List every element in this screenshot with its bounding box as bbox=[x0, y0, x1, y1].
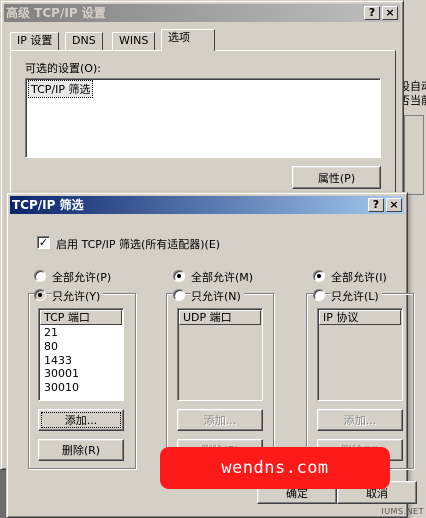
help-button[interactable]: ? bbox=[364, 6, 380, 20]
advanced-dialog-title: 高级 TCP/IP 设置 bbox=[6, 6, 106, 20]
tab-options[interactable]: 选项 bbox=[161, 29, 215, 51]
udp-ports-list: UDP 端口 bbox=[177, 308, 263, 401]
udp-permit-all-radio[interactable] bbox=[173, 270, 185, 282]
tcp-ports-header: TCP 端口 bbox=[40, 310, 122, 325]
corner-watermark: IUMS.NET bbox=[381, 507, 424, 516]
close-button[interactable]: × bbox=[386, 198, 402, 212]
tab-ip-settings[interactable]: IP 设置 bbox=[10, 32, 60, 50]
list-item[interactable]: 21 bbox=[44, 326, 58, 339]
ip-protocols-list: IP 协议 bbox=[317, 308, 403, 401]
ip-protocols-header: IP 协议 bbox=[319, 310, 401, 325]
tcp-permit-only-radio[interactable] bbox=[34, 289, 46, 301]
filtering-dialog-title: TCP/IP 筛选 bbox=[12, 198, 84, 212]
advanced-dialog-titlebar: 高级 TCP/IP 设置 ? × bbox=[4, 4, 400, 22]
site-watermark-badge: wendns.com bbox=[160, 447, 390, 489]
udp-permit-only-radio[interactable] bbox=[173, 289, 185, 301]
properties-button[interactable]: 属性(P) bbox=[292, 166, 381, 189]
close-button[interactable]: × bbox=[382, 6, 398, 20]
list-item[interactable]: 30001 bbox=[44, 367, 79, 380]
ip-permit-only-label: 只允许(L) bbox=[331, 288, 382, 304]
enable-filtering-label: 启用 TCP/IP 筛选(所有适配器)(E) bbox=[56, 238, 221, 251]
udp-permit-all-label: 全部允许(M) bbox=[191, 271, 254, 284]
udp-ports-header: UDP 端口 bbox=[179, 310, 261, 325]
udp-permit-only-label: 只允许(N) bbox=[191, 288, 244, 304]
ip-permit-all-radio[interactable] bbox=[313, 270, 325, 282]
help-button[interactable]: ? bbox=[368, 198, 384, 212]
optional-settings-list[interactable]: TCP/IP 筛选 bbox=[25, 78, 381, 158]
tab-dns[interactable]: DNS bbox=[65, 32, 103, 50]
ip-add-button: 添加... bbox=[317, 409, 403, 431]
ip-permit-all-label: 全部允许(I) bbox=[331, 271, 387, 284]
tcp-ports-list[interactable]: TCP 端口 21 80 1433 30001 30010 bbox=[38, 308, 124, 401]
ip-permit-only-radio[interactable] bbox=[313, 289, 325, 301]
background-window-frame bbox=[404, 115, 424, 195]
tcp-permit-all-label: 全部允许(P) bbox=[52, 271, 112, 284]
udp-add-button: 添加... bbox=[177, 409, 263, 431]
tcp-add-button[interactable]: 添加... bbox=[38, 409, 124, 431]
filtering-dialog-titlebar: TCP/IP 筛选 ? × bbox=[10, 196, 404, 214]
list-item[interactable]: 80 bbox=[44, 340, 58, 353]
tcp-remove-button[interactable]: 删除(R) bbox=[38, 439, 124, 461]
list-item[interactable]: 30010 bbox=[44, 381, 79, 394]
optional-settings-item[interactable]: TCP/IP 筛选 bbox=[27, 80, 94, 98]
list-item[interactable]: 1433 bbox=[44, 354, 72, 367]
optional-settings-label: 可选的设置(O): bbox=[25, 62, 101, 75]
tcp-permit-only-label: 只允许(Y) bbox=[52, 288, 104, 304]
enable-filtering-checkbox[interactable]: ✓ bbox=[37, 236, 50, 249]
tab-wins[interactable]: WINS bbox=[112, 32, 156, 50]
tcp-permit-all-radio[interactable] bbox=[34, 270, 46, 282]
